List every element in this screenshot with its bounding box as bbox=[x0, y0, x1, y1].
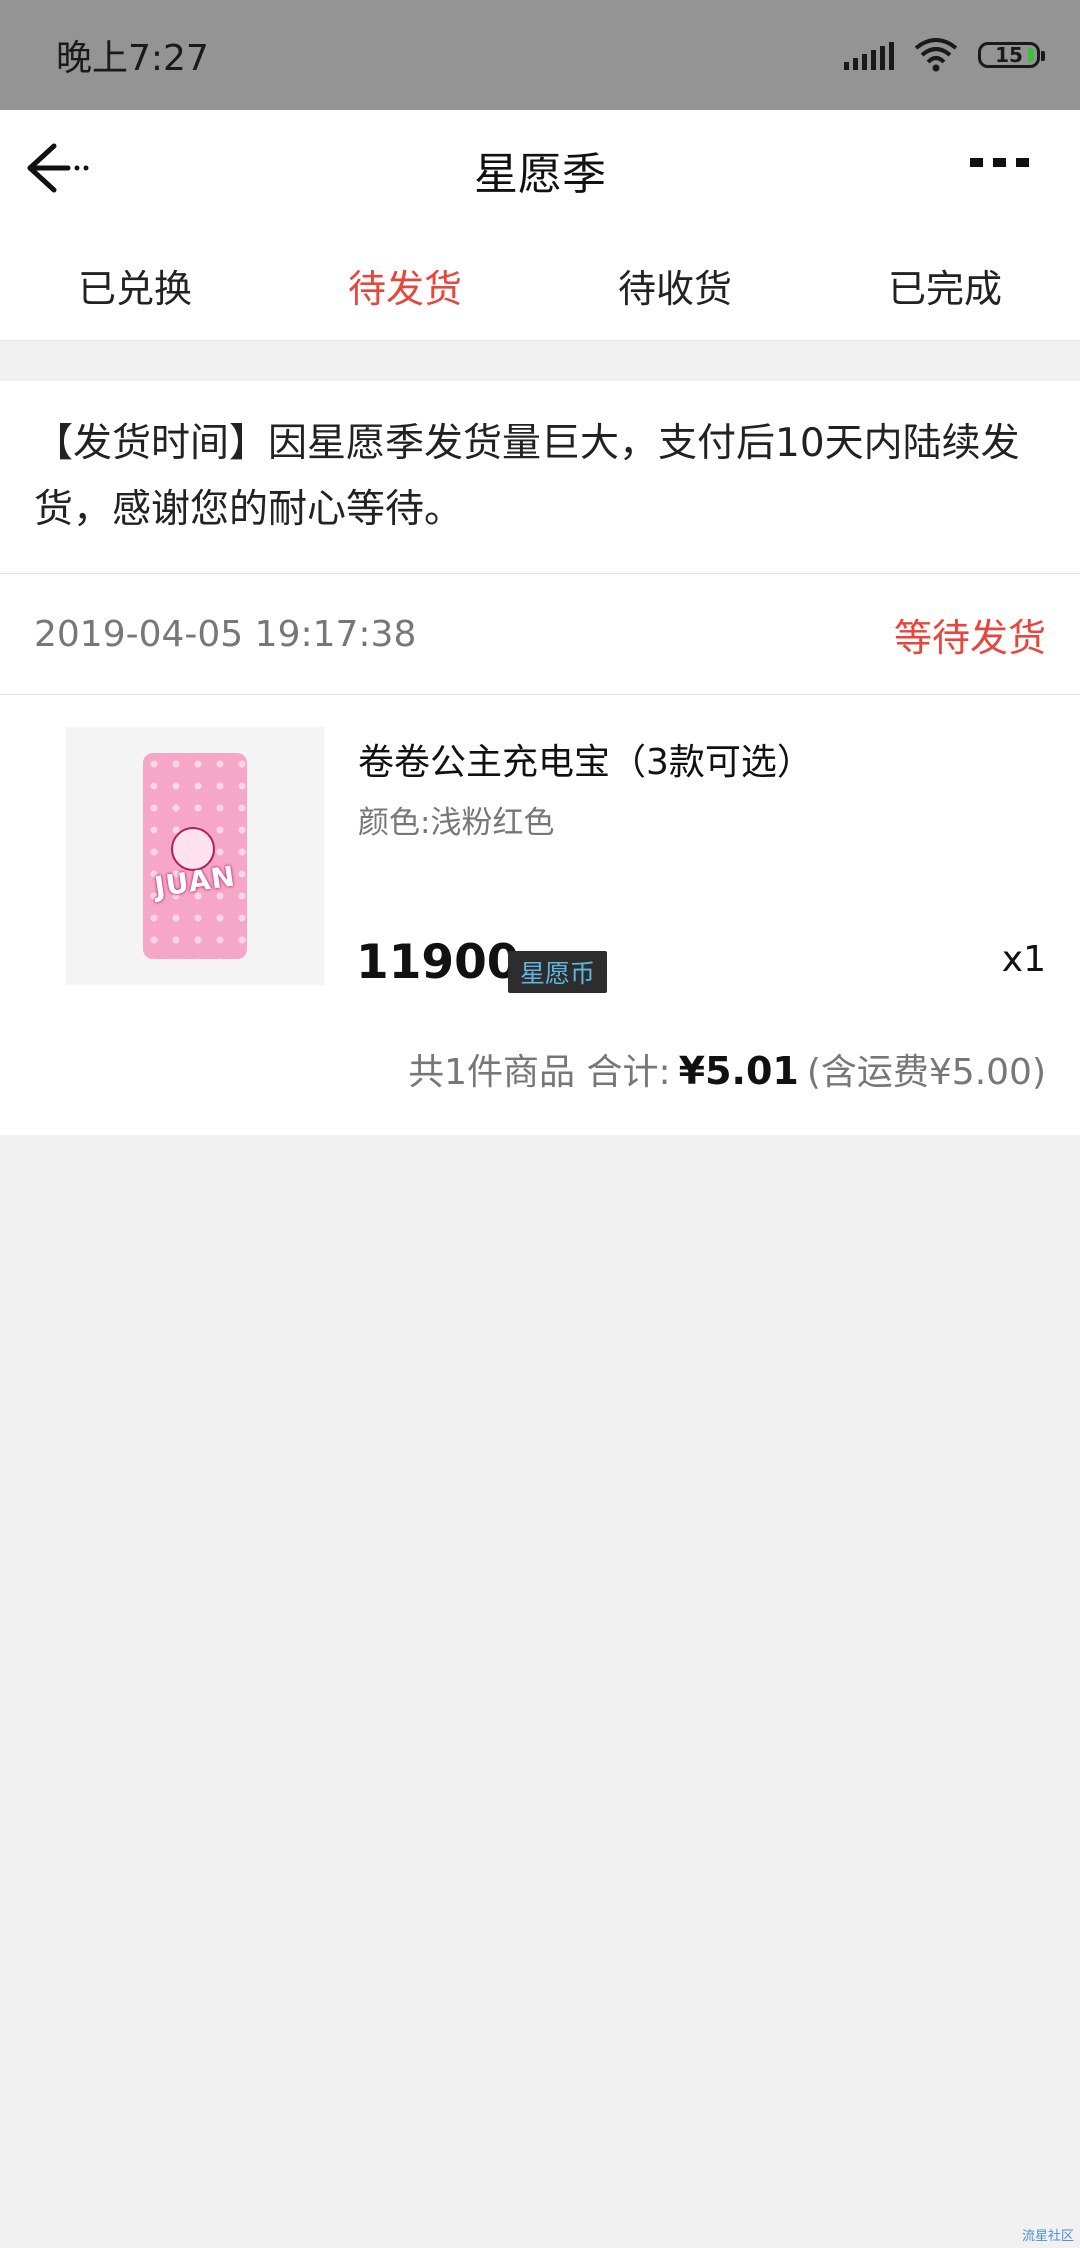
product-quantity: x1 bbox=[1001, 939, 1046, 980]
tab-to-receive[interactable]: 待收货 bbox=[540, 230, 810, 340]
summary-amount: ¥5.01 bbox=[678, 1049, 799, 1093]
tab-completed[interactable]: 已完成 bbox=[810, 230, 1080, 340]
currency-badge: 星愿币 bbox=[508, 951, 608, 993]
order-product[interactable]: JUAN 卷卷公主充电宝（3款可选） 颜色:浅粉红色 11900 星愿币 x1 … bbox=[0, 695, 1080, 1135]
product-price: 11900 bbox=[356, 935, 520, 990]
product-name: 卷卷公主充电宝（3款可选） bbox=[358, 742, 813, 783]
watermark: 流星社区 bbox=[1021, 2229, 1074, 2244]
status-bar: 晚上7:27 15 bbox=[0, 0, 1080, 110]
summary-count: 共1件商品 合计: bbox=[408, 1052, 671, 1093]
page-title: 星愿季 bbox=[474, 149, 606, 200]
signal-icon bbox=[844, 40, 894, 70]
order-summary: 共1件商品 合计: ¥5.01 (含运费¥5.00) bbox=[408, 1043, 1046, 1095]
power-bank-illustration: JUAN bbox=[143, 753, 247, 959]
order-header: 2019-04-05 19:17:38 等待发货 bbox=[0, 574, 1080, 695]
order-tabs: 已兑换 待发货 待收货 已完成 bbox=[0, 230, 1080, 341]
product-image[interactable]: JUAN bbox=[66, 727, 324, 985]
order-status: 等待发货 bbox=[893, 615, 1046, 660]
summary-shipping: (含运费¥5.00) bbox=[806, 1052, 1046, 1093]
status-time: 晚上7:27 bbox=[56, 38, 209, 79]
nav-bar: 星愿季 bbox=[0, 110, 1080, 230]
more-menu-icon[interactable] bbox=[970, 158, 1030, 178]
status-icons: 15 bbox=[844, 38, 1045, 72]
product-spec: 颜色:浅粉红色 bbox=[358, 805, 555, 841]
product-image-logo: JUAN bbox=[152, 859, 238, 904]
tab-redeemed[interactable]: 已兑换 bbox=[0, 230, 270, 340]
shipping-notice: 【发货时间】因星愿季发货量巨大，支付后10天内陆续发货，感谢您的耐心等待。 bbox=[0, 381, 1080, 574]
battery-level: 15 bbox=[995, 43, 1023, 67]
back-arrow-icon[interactable] bbox=[22, 136, 94, 200]
wifi-icon bbox=[914, 38, 958, 72]
tab-to-ship[interactable]: 待发货 bbox=[270, 230, 540, 340]
order-time: 2019-04-05 19:17:38 bbox=[34, 613, 417, 655]
battery-icon: 15 bbox=[978, 42, 1045, 68]
